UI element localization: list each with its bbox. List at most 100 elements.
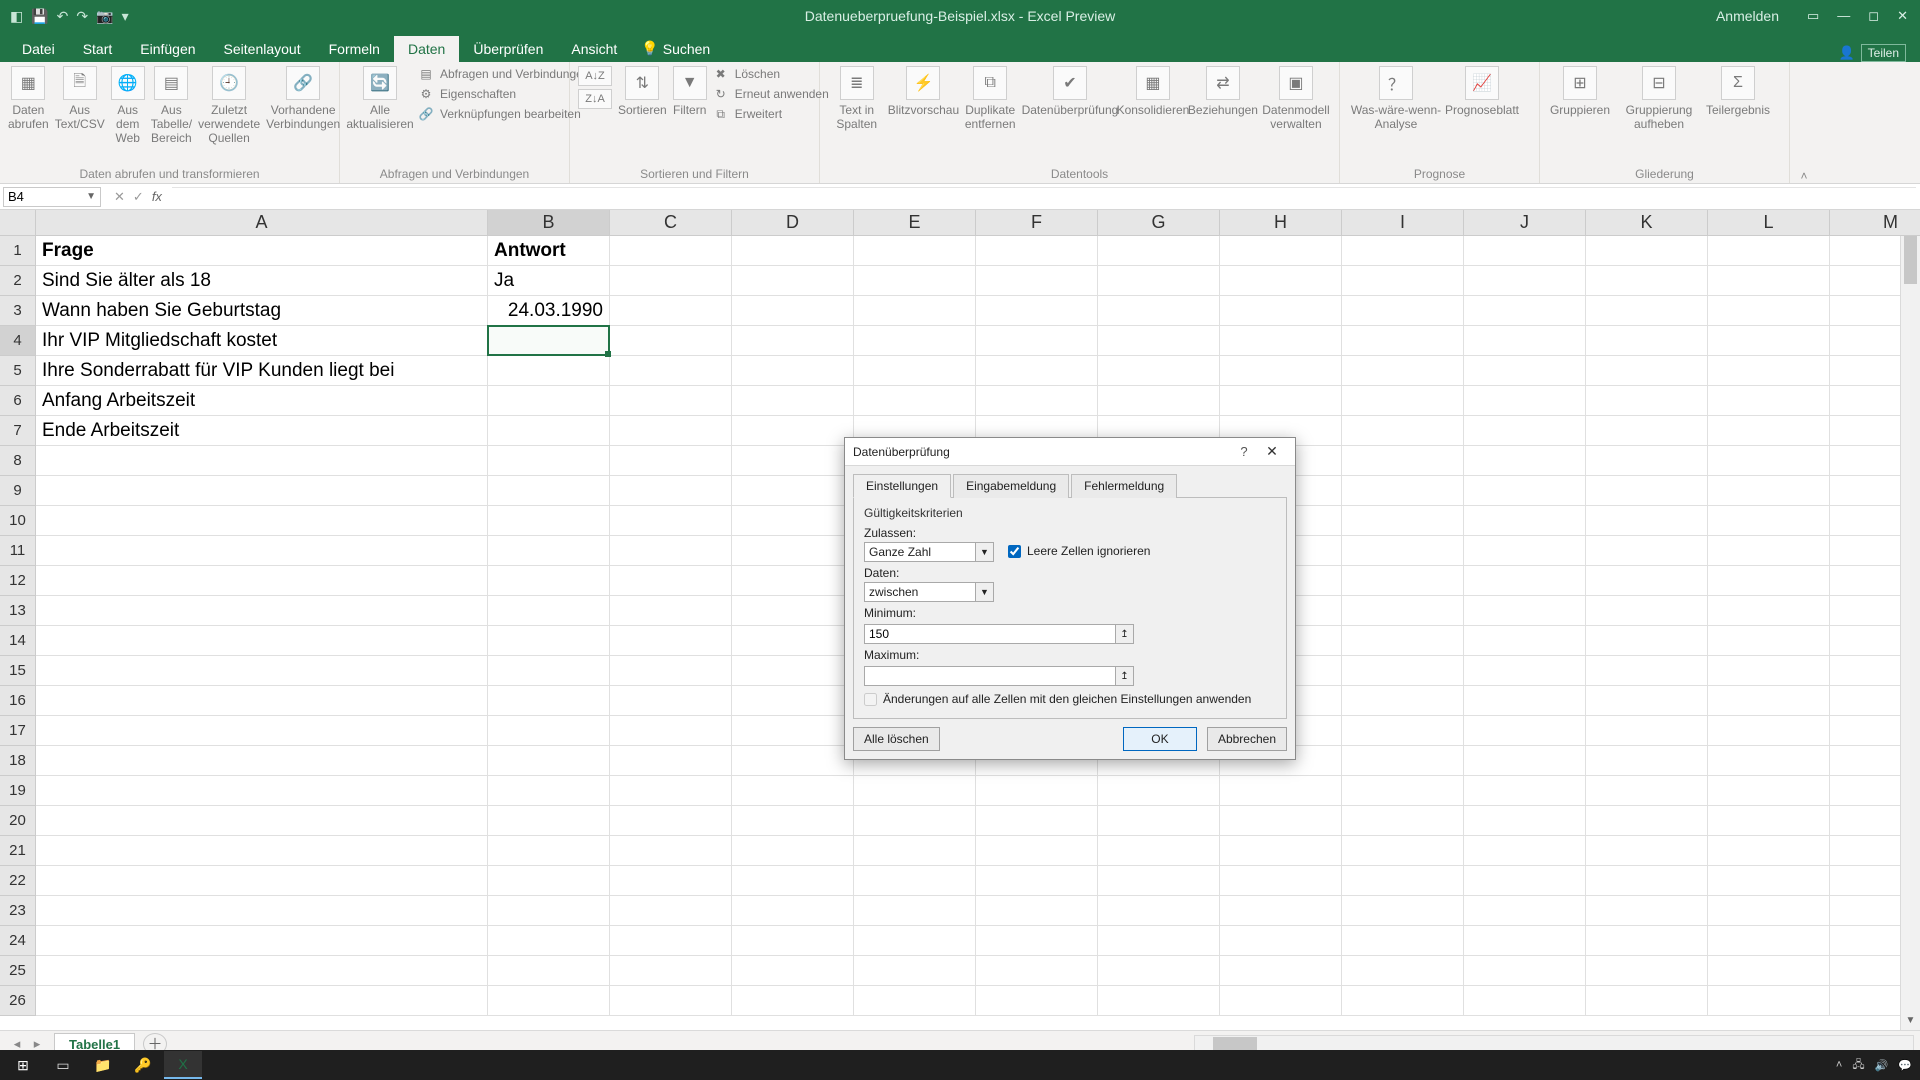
advanced-button[interactable]: ⧉Erweitert	[713, 106, 829, 122]
cell[interactable]	[854, 236, 976, 266]
cell[interactable]	[36, 536, 488, 566]
cell[interactable]	[1708, 536, 1830, 566]
reapply-button[interactable]: ↻Erneut anwenden	[713, 86, 829, 102]
cell[interactable]	[488, 626, 610, 656]
cell[interactable]	[732, 806, 854, 836]
cell[interactable]	[1098, 806, 1220, 836]
cell[interactable]	[1342, 476, 1464, 506]
row-header[interactable]: 10	[0, 506, 36, 536]
cell[interactable]	[1586, 356, 1708, 386]
cell[interactable]	[1586, 806, 1708, 836]
cell[interactable]	[1708, 806, 1830, 836]
cell[interactable]	[1586, 866, 1708, 896]
cell[interactable]	[488, 926, 610, 956]
cell[interactable]	[488, 866, 610, 896]
row-header[interactable]: 25	[0, 956, 36, 986]
cell[interactable]	[976, 326, 1098, 356]
cell[interactable]	[1464, 596, 1586, 626]
cell[interactable]	[1220, 806, 1342, 836]
row-header[interactable]: 1	[0, 236, 36, 266]
cell[interactable]	[1708, 566, 1830, 596]
cell[interactable]	[1708, 596, 1830, 626]
cell[interactable]	[1342, 236, 1464, 266]
cell[interactable]	[36, 956, 488, 986]
cell[interactable]	[854, 866, 976, 896]
cell[interactable]: Ende Arbeitszeit	[36, 416, 488, 446]
cell[interactable]	[854, 356, 976, 386]
minimum-input[interactable]	[864, 624, 1116, 644]
cancel-edit-icon[interactable]: ✕	[114, 189, 125, 205]
cell[interactable]	[854, 956, 976, 986]
cell[interactable]	[1098, 836, 1220, 866]
cell[interactable]	[1342, 626, 1464, 656]
row-header[interactable]: 22	[0, 866, 36, 896]
cell[interactable]	[1708, 896, 1830, 926]
ribbon-options-icon[interactable]: ▭	[1807, 8, 1819, 24]
dialog-tab-input-message[interactable]: Eingabemeldung	[953, 474, 1069, 498]
filter-button[interactable]: ▼Filtern	[673, 66, 707, 117]
cell[interactable]	[36, 866, 488, 896]
cell[interactable]	[610, 956, 732, 986]
cell[interactable]	[488, 806, 610, 836]
cell[interactable]	[1464, 476, 1586, 506]
cell[interactable]	[1342, 896, 1464, 926]
cell[interactable]	[1342, 656, 1464, 686]
cell[interactable]	[1708, 326, 1830, 356]
cell[interactable]	[1708, 446, 1830, 476]
column-header[interactable]: E	[854, 210, 976, 236]
cell[interactable]	[1220, 866, 1342, 896]
cell[interactable]	[1464, 896, 1586, 926]
cell[interactable]	[732, 596, 854, 626]
cell[interactable]: 24.03.1990	[488, 296, 610, 326]
cell[interactable]	[1708, 506, 1830, 536]
cell[interactable]	[1342, 416, 1464, 446]
cell[interactable]	[1586, 476, 1708, 506]
cell[interactable]	[1464, 746, 1586, 776]
cell[interactable]	[1098, 386, 1220, 416]
cell[interactable]	[732, 866, 854, 896]
cell[interactable]	[610, 386, 732, 416]
cell[interactable]	[1586, 896, 1708, 926]
task-view-icon[interactable]: ▭	[44, 1051, 82, 1079]
cell[interactable]	[610, 656, 732, 686]
cell[interactable]	[36, 656, 488, 686]
cell[interactable]	[1708, 236, 1830, 266]
cell[interactable]	[976, 836, 1098, 866]
cell[interactable]	[732, 566, 854, 596]
row-header[interactable]: 9	[0, 476, 36, 506]
cell[interactable]: Sind Sie älter als 18	[36, 266, 488, 296]
qat-more-icon[interactable]: ▾	[122, 8, 129, 25]
cell[interactable]	[732, 626, 854, 656]
dialog-close-icon[interactable]: ✕	[1257, 443, 1287, 460]
column-header[interactable]: F	[976, 210, 1098, 236]
from-web-button[interactable]: 🌐Aus dem Web	[111, 66, 145, 145]
cell[interactable]	[1586, 596, 1708, 626]
cell[interactable]	[1220, 776, 1342, 806]
collapse-ribbon-icon[interactable]: ˄	[1790, 62, 1818, 183]
scroll-down-icon[interactable]: ▼	[1901, 1010, 1920, 1030]
cell[interactable]	[732, 896, 854, 926]
row-header[interactable]: 23	[0, 896, 36, 926]
cell[interactable]	[732, 356, 854, 386]
cell[interactable]	[1220, 896, 1342, 926]
column-header[interactable]: I	[1342, 210, 1464, 236]
row-header[interactable]: 24	[0, 926, 36, 956]
cell[interactable]	[1464, 416, 1586, 446]
cell[interactable]	[610, 326, 732, 356]
tray-up-icon[interactable]: ˄	[1836, 1059, 1842, 1071]
cell[interactable]	[610, 776, 732, 806]
cell[interactable]	[1464, 536, 1586, 566]
cell[interactable]	[732, 956, 854, 986]
start-button[interactable]: ⊞	[4, 1051, 42, 1079]
cell[interactable]	[488, 746, 610, 776]
cell[interactable]	[36, 686, 488, 716]
ungroup-button[interactable]: ⊟Gruppierung aufheben	[1618, 66, 1700, 131]
cell[interactable]	[1098, 296, 1220, 326]
tell-me-search[interactable]: 💡 Suchen	[631, 35, 720, 62]
row-header[interactable]: 3	[0, 296, 36, 326]
name-box[interactable]: B4 ▼	[3, 187, 101, 207]
from-text-csv-button[interactable]: 🗎Aus Text/CSV	[55, 66, 105, 131]
cell[interactable]	[1708, 476, 1830, 506]
cell[interactable]	[36, 566, 488, 596]
cell[interactable]	[36, 776, 488, 806]
